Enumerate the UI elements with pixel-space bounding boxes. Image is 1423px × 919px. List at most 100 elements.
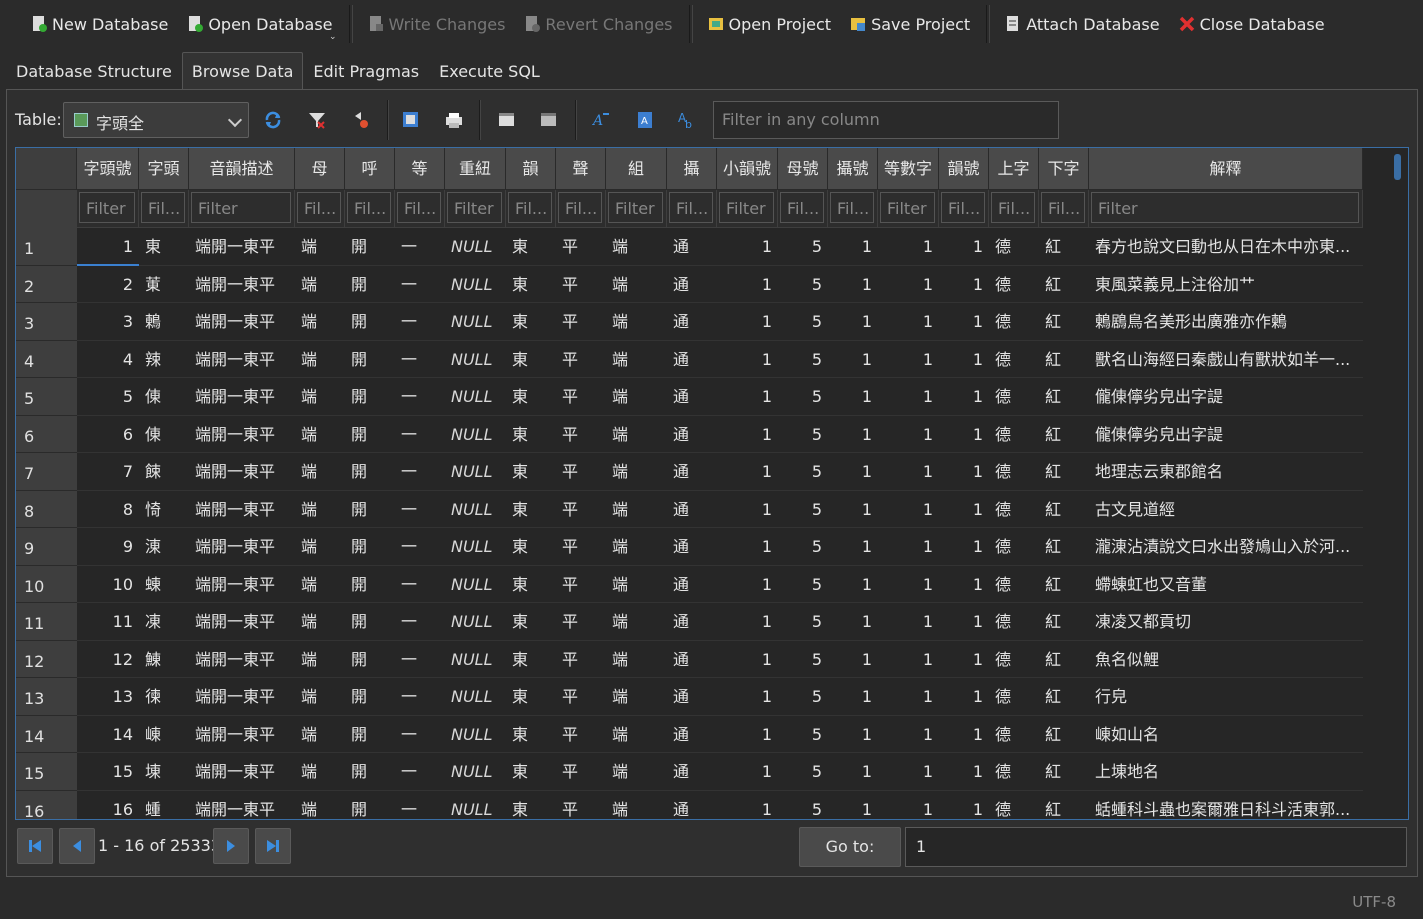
table-cell[interactable]: 2	[77, 266, 139, 303]
table-cell[interactable]: 紅	[1039, 716, 1089, 753]
table-cell[interactable]: 1	[717, 303, 778, 341]
table-cell[interactable]: 東風菜義見上注俗加艹	[1089, 266, 1363, 303]
new-database-button[interactable]: New Database	[22, 2, 178, 46]
table-cell[interactable]: 5	[778, 303, 828, 341]
table-cell[interactable]: 端開一東平	[189, 791, 295, 820]
table-cell[interactable]: 通	[667, 266, 717, 303]
table-cell[interactable]: 東	[506, 641, 556, 678]
save-filter-view-icon[interactable]	[401, 110, 421, 130]
table-cell[interactable]: 端	[295, 453, 345, 491]
table-cell[interactable]: 開	[345, 528, 395, 566]
table-cell[interactable]: 通	[667, 716, 717, 753]
table-cell[interactable]: 端	[295, 303, 345, 341]
table-cell[interactable]: 平	[556, 266, 606, 303]
column-header[interactable]: 音韻描述	[189, 148, 295, 190]
tab-edit-pragmas[interactable]: Edit Pragmas	[303, 52, 429, 89]
tab-execute-sql[interactable]: Execute SQL	[429, 52, 550, 89]
column-filter-input[interactable]: Fil...	[1041, 192, 1085, 223]
table-cell[interactable]: 5	[778, 341, 828, 378]
table-cell[interactable]: 東	[506, 566, 556, 603]
table-cell[interactable]: 一	[395, 453, 445, 491]
table-cell[interactable]: 東	[506, 491, 556, 528]
table-cell[interactable]: 1	[828, 753, 878, 791]
table-cell[interactable]: 平	[556, 678, 606, 716]
table-cell[interactable]: 德	[989, 453, 1039, 491]
chevron-down-icon[interactable]: ⌄	[329, 32, 337, 42]
table-cell[interactable]: 1	[828, 303, 878, 341]
row-header[interactable]: 6	[16, 415, 77, 453]
table-cell[interactable]: 平	[556, 641, 606, 678]
table-cell[interactable]: NULL	[445, 228, 506, 266]
row-header[interactable]: 8	[16, 490, 77, 528]
table-cell[interactable]: 1	[878, 791, 939, 820]
table-cell[interactable]: 平	[556, 791, 606, 820]
table-cell[interactable]: 開	[345, 228, 395, 266]
row-header[interactable]: 10	[16, 565, 77, 603]
table-cell[interactable]: 一	[395, 266, 445, 303]
table-cell[interactable]: 1	[878, 378, 939, 416]
table-cell[interactable]: 1	[828, 266, 878, 303]
table-cell[interactable]: 5	[778, 228, 828, 266]
table-cell[interactable]: 鶇鶋鳥名美形出廣雅亦作鶫	[1089, 303, 1363, 341]
row-header[interactable]: 13	[16, 678, 77, 716]
table-cell[interactable]: 一	[395, 528, 445, 566]
table-cell[interactable]: 端開一東平	[189, 416, 295, 453]
table-cell[interactable]: 1	[717, 716, 778, 753]
column-filter-input[interactable]: Fil...	[669, 192, 713, 223]
row-header[interactable]: 12	[16, 640, 77, 678]
table-cell[interactable]: 15	[77, 753, 139, 791]
goto-button[interactable]: Go to:	[799, 827, 901, 867]
column-filter-input[interactable]: Filter	[608, 192, 663, 223]
table-cell[interactable]: 凍凌又都貢切	[1089, 603, 1363, 641]
sort-clear-icon[interactable]	[351, 110, 371, 130]
table-cell[interactable]: NULL	[445, 303, 506, 341]
column-filter-input[interactable]: Fil...	[941, 192, 985, 223]
table-cell[interactable]: 端開一東平	[189, 228, 295, 266]
table-cell[interactable]: 5	[778, 641, 828, 678]
find-icon[interactable]: A	[591, 110, 611, 130]
table-cell[interactable]: 通	[667, 791, 717, 820]
row-header[interactable]: 3	[16, 303, 77, 341]
table-cell[interactable]: 通	[667, 641, 717, 678]
table-cell[interactable]: 開	[345, 378, 395, 416]
table-cell[interactable]: 1	[717, 791, 778, 820]
table-cell[interactable]: 端	[295, 416, 345, 453]
table-cell[interactable]: 端開一東平	[189, 266, 295, 303]
table-cell[interactable]: 德	[989, 641, 1039, 678]
table-cell[interactable]: 1	[717, 453, 778, 491]
table-cell[interactable]: 倲	[139, 416, 189, 453]
table-cell[interactable]: 1	[717, 491, 778, 528]
table-cell[interactable]: 倲	[139, 378, 189, 416]
table-cell[interactable]: 德	[989, 753, 1039, 791]
find-replace-icon[interactable]: A	[635, 110, 655, 130]
column-filter-input[interactable]: Fil...	[780, 192, 824, 223]
table-cell[interactable]: 蝩	[139, 791, 189, 820]
table-cell[interactable]: 端	[606, 341, 667, 378]
column-filter-input[interactable]: Fil...	[347, 192, 391, 223]
table-cell[interactable]: 㥓	[139, 491, 189, 528]
table-cell[interactable]: NULL	[445, 528, 506, 566]
table-cell[interactable]: 1	[828, 341, 878, 378]
table-cell[interactable]: 端	[295, 678, 345, 716]
table-cell[interactable]: 1	[828, 228, 878, 266]
table-cell[interactable]: 紅	[1039, 641, 1089, 678]
table-cell[interactable]: 一	[395, 228, 445, 266]
table-cell[interactable]: 東	[506, 378, 556, 416]
table-cell[interactable]: 一	[395, 603, 445, 641]
table-cell[interactable]: 紅	[1039, 378, 1089, 416]
table-cell[interactable]: 螮蝀虹也又音董	[1089, 566, 1363, 603]
refresh-icon[interactable]	[263, 110, 283, 130]
table-cell[interactable]: 通	[667, 378, 717, 416]
table-cell[interactable]: 端開一東平	[189, 678, 295, 716]
table-cell[interactable]: 一	[395, 491, 445, 528]
table-cell[interactable]: 1	[828, 491, 878, 528]
column-filter-input[interactable]: Filter	[79, 192, 135, 223]
table-cell[interactable]: 1	[939, 678, 989, 716]
last-record-button[interactable]	[255, 828, 291, 864]
table-cell[interactable]: NULL	[445, 716, 506, 753]
column-header[interactable]: 上字	[989, 148, 1039, 190]
table-cell[interactable]: 端	[606, 716, 667, 753]
table-cell[interactable]: 開	[345, 566, 395, 603]
table-cell[interactable]: 1	[878, 453, 939, 491]
table-cell[interactable]: 平	[556, 491, 606, 528]
